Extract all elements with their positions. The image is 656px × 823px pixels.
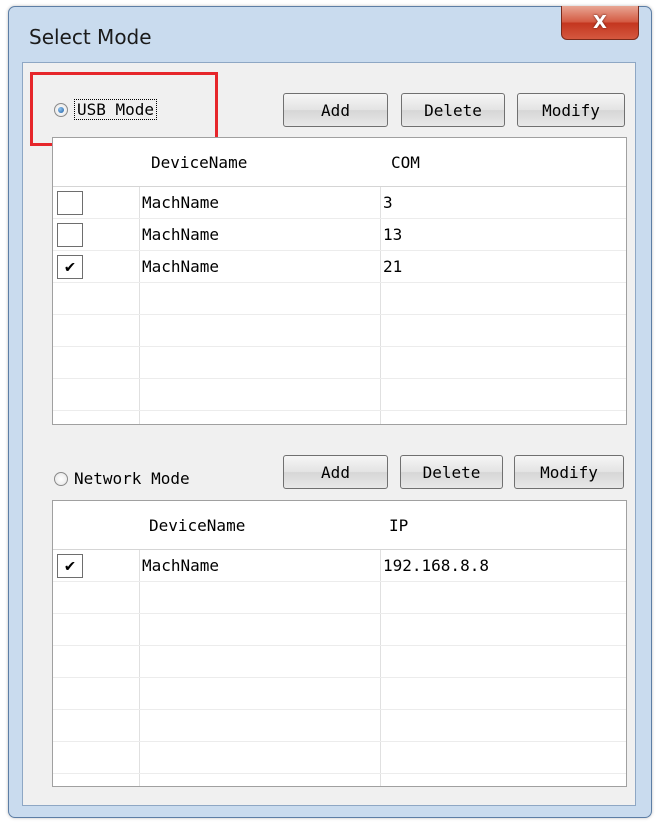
- com-cell: 13: [383, 225, 403, 244]
- network-add-button[interactable]: Add: [283, 455, 388, 489]
- ip-cell: 192.168.8.8: [383, 556, 489, 575]
- device-name-cell: MachName: [142, 225, 220, 244]
- empty-row: [53, 678, 626, 710]
- com-cell: 21: [383, 257, 403, 276]
- device-name-cell: MachName: [142, 193, 220, 212]
- empty-row: [53, 646, 626, 678]
- usb-device-list[interactable]: DeviceName COM MachName 3 MachName 13 ✔ …: [52, 137, 627, 425]
- empty-row: [53, 347, 626, 379]
- network-list-header: DeviceName IP: [53, 501, 626, 550]
- row-checkbox[interactable]: ✔: [57, 255, 83, 279]
- empty-row: [53, 582, 626, 614]
- close-button[interactable]: X: [561, 6, 639, 40]
- empty-row: [53, 614, 626, 646]
- radio-unselected-icon: [54, 471, 68, 486]
- row-checkbox[interactable]: [57, 191, 83, 215]
- table-row[interactable]: MachName 3: [53, 187, 626, 219]
- empty-row: [53, 283, 626, 315]
- empty-row: [53, 379, 626, 411]
- device-name-cell: MachName: [142, 257, 220, 276]
- usb-list-header: DeviceName COM: [53, 138, 626, 187]
- device-name-cell: MachName: [142, 556, 220, 575]
- network-delete-button[interactable]: Delete: [400, 455, 503, 489]
- network-modify-button[interactable]: Modify: [514, 455, 624, 489]
- empty-row: [53, 710, 626, 742]
- usb-add-button[interactable]: Add: [283, 93, 388, 127]
- table-row[interactable]: ✔ MachName 21: [53, 251, 626, 283]
- title-bar: Select Mode X: [9, 6, 651, 63]
- network-mode-label: Network Mode: [74, 469, 190, 488]
- close-icon: X: [593, 12, 607, 33]
- checkmark-icon: ✔: [64, 257, 76, 277]
- column-header-ip[interactable]: IP: [389, 501, 408, 549]
- table-row[interactable]: MachName 13: [53, 219, 626, 251]
- window-title: Select Mode: [29, 25, 152, 49]
- column-header-devicename[interactable]: DeviceName: [149, 501, 245, 549]
- row-checkbox[interactable]: ✔: [57, 554, 83, 578]
- usb-modify-button[interactable]: Modify: [517, 93, 625, 127]
- row-checkbox[interactable]: [57, 223, 83, 247]
- com-cell: 3: [383, 193, 393, 212]
- empty-row: [53, 315, 626, 347]
- checkmark-icon: ✔: [64, 556, 76, 576]
- network-mode-radio[interactable]: Network Mode: [54, 469, 190, 488]
- usb-mode-highlight-box: [30, 72, 218, 146]
- empty-row: [53, 742, 626, 774]
- network-device-list[interactable]: DeviceName IP ✔ MachName 192.168.8.8: [52, 500, 627, 787]
- column-header-com[interactable]: COM: [391, 138, 420, 186]
- table-row[interactable]: ✔ MachName 192.168.8.8: [53, 550, 626, 582]
- usb-delete-button[interactable]: Delete: [401, 93, 505, 127]
- column-header-devicename[interactable]: DeviceName: [151, 138, 247, 186]
